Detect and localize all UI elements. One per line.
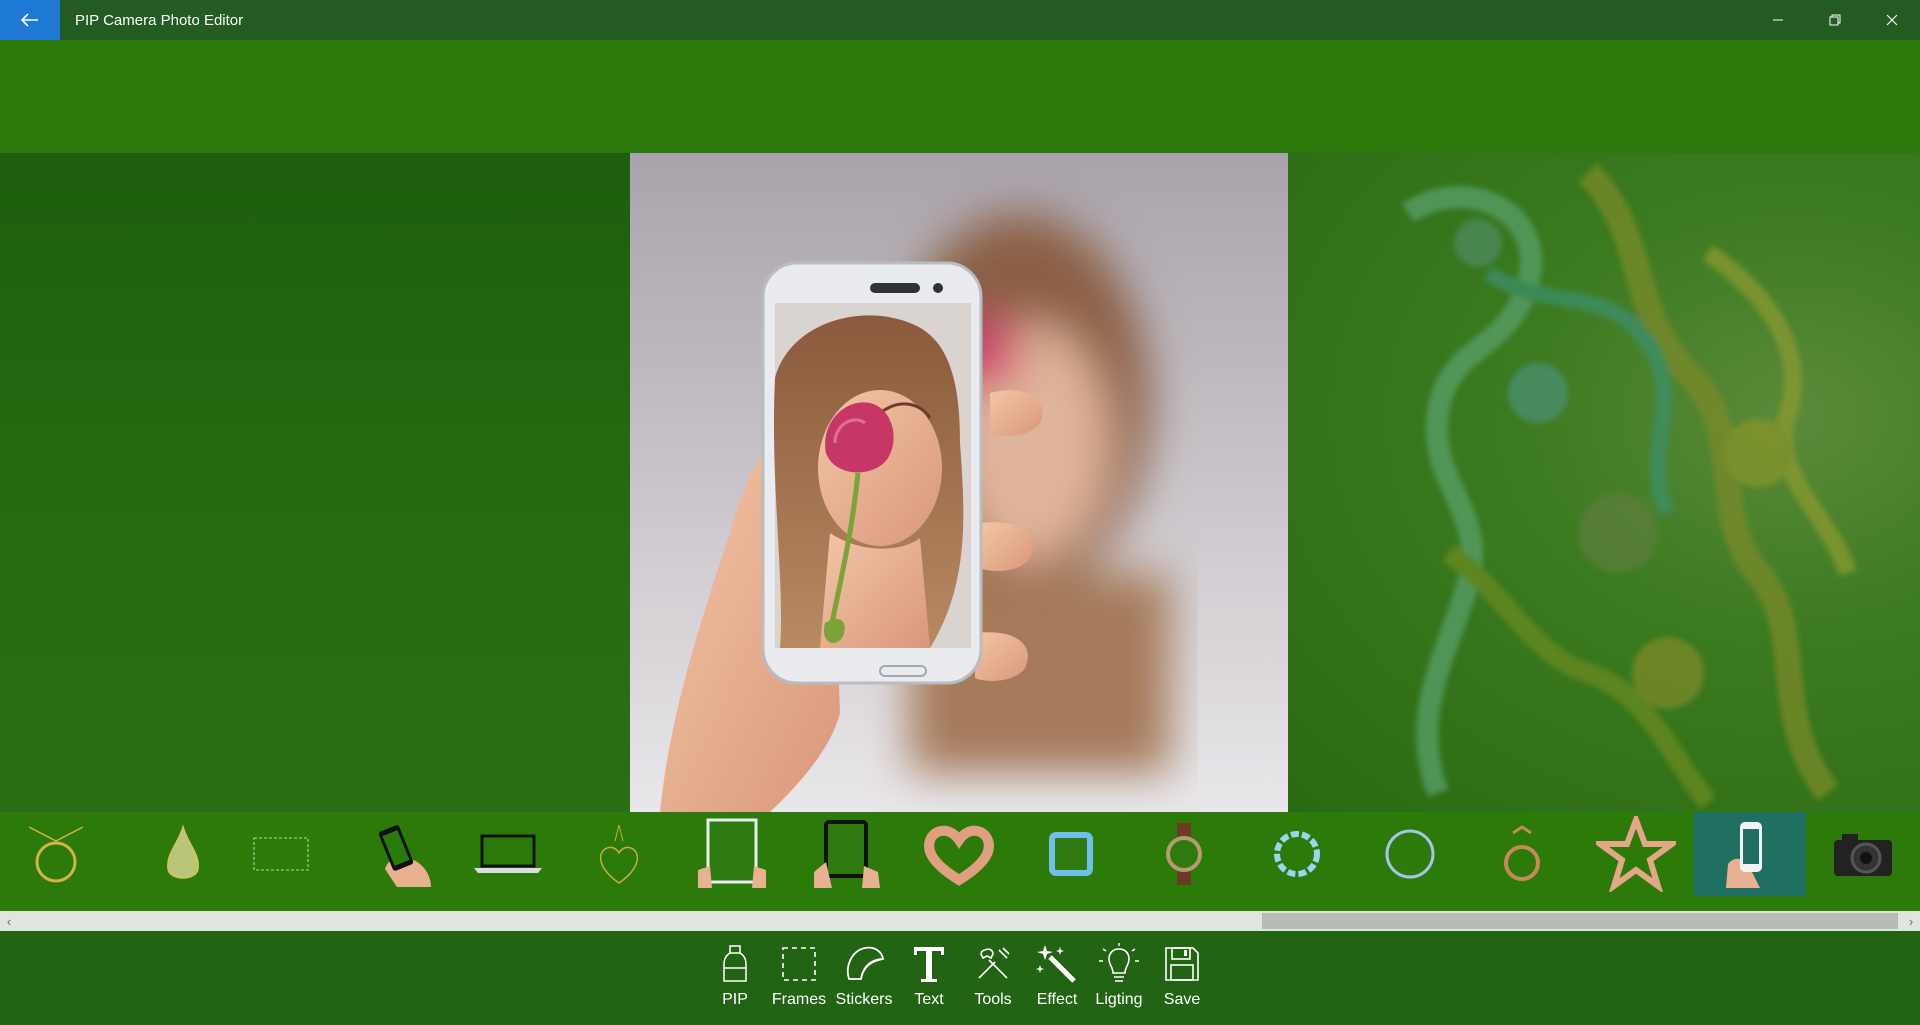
thumb-wristwatch-frame[interactable] [1128, 812, 1240, 896]
camera-icon [1834, 834, 1892, 876]
dashed-square-icon [780, 941, 818, 987]
ad-banner-area [0, 40, 1920, 153]
app-title: PIP Camera Photo Editor [75, 11, 244, 29]
toolbar-stickers-button[interactable]: Stickers [832, 941, 896, 1025]
restore-button[interactable] [1806, 0, 1863, 40]
close-button[interactable] [1863, 0, 1920, 40]
scroll-left-arrow[interactable]: ‹ [0, 911, 18, 931]
thumb-pendant-ring-frame[interactable] [0, 812, 112, 896]
ice-cube-icon [1049, 832, 1093, 876]
editor-canvas [0, 153, 1920, 812]
pendant-ring-icon [28, 826, 84, 883]
title-bar: PIP Camera Photo Editor [0, 0, 1920, 40]
thumb-ring-frame[interactable] [1466, 812, 1578, 896]
hand-holding-white-phone-icon [1726, 822, 1762, 888]
text-icon [912, 941, 946, 987]
close-icon [1886, 14, 1897, 26]
hands-holding-tablet-icon [698, 818, 766, 888]
thumb-laptop-frame[interactable] [452, 812, 564, 896]
thumb-hands-tablet-white-frame[interactable] [676, 812, 788, 896]
lightbulb-icon [1099, 941, 1139, 987]
water-drop-icon [167, 824, 199, 879]
tools-icon [973, 941, 1013, 987]
scroll-right-arrow[interactable]: › [1902, 911, 1920, 931]
back-button[interactable] [0, 0, 60, 40]
thumb-hand-phone-white-frame[interactable] [1694, 812, 1806, 896]
thumb-hands-tablet-black-frame[interactable] [790, 812, 902, 896]
blue-ring-icon [1385, 829, 1435, 879]
thumb-water-drop-frame[interactable] [127, 812, 239, 896]
thumb-camera-frame[interactable] [1807, 812, 1919, 896]
laptop-icon [474, 834, 542, 873]
pip-photo[interactable] [630, 153, 1288, 812]
background-foliage-image [1288, 153, 1920, 812]
thumb-ice-cube-frame[interactable] [1015, 812, 1127, 896]
thumb-water-splash-ring-frame[interactable] [1241, 812, 1353, 896]
window-controls [1749, 0, 1920, 40]
sticker-icon [843, 941, 885, 987]
toolbar-save-button[interactable]: Save [1150, 941, 1214, 1025]
thumb-dashed-rectangle-frame[interactable] [225, 812, 337, 896]
toolbar-frames-button[interactable]: Frames [767, 941, 831, 1025]
thumb-heart-pendant-frame[interactable] [563, 812, 675, 896]
hand-holding-phone-icon [378, 825, 431, 887]
bottle-icon [721, 941, 749, 987]
thumb-heart-hands-frame[interactable] [903, 812, 1015, 896]
ring-icon [1504, 825, 1540, 881]
thumb-blue-ring-frame[interactable] [1354, 812, 1466, 896]
magic-wand-icon [1036, 941, 1078, 987]
restore-icon [1829, 14, 1840, 26]
heart-hands-icon [924, 825, 994, 886]
heart-pendant-icon [599, 824, 639, 884]
frame-thumbnail-strip [0, 812, 1920, 911]
minimize-button[interactable] [1749, 0, 1806, 40]
back-arrow-icon [21, 13, 38, 27]
app-window: PIP Camera Photo Editor ‹ › PIP Frames S… [0, 0, 1920, 1025]
thumbnail-scrollbar[interactable]: ‹ › [0, 911, 1920, 931]
hands-holding-black-tablet-icon [814, 820, 880, 888]
toolbar-tools-button[interactable]: Tools [961, 941, 1025, 1025]
toolbar-pip-button[interactable]: PIP [703, 941, 767, 1025]
star-hands-icon [1596, 816, 1676, 892]
bottom-toolbar: PIP Frames Stickers Text Tools Effect Li… [0, 931, 1920, 1025]
water-splash-ring-icon [1274, 831, 1320, 877]
thumb-star-hands-frame[interactable] [1580, 812, 1692, 896]
toolbar-effect-button[interactable]: Effect [1025, 941, 1089, 1025]
toolbar-text-button[interactable]: Text [897, 941, 961, 1025]
floppy-disk-icon [1163, 941, 1201, 987]
toolbar-lighting-button[interactable]: Ligting [1087, 941, 1151, 1025]
wristwatch-icon [1166, 823, 1202, 885]
thumb-hand-phone-black-frame[interactable] [346, 812, 458, 896]
scrollbar-thumb[interactable] [1262, 913, 1898, 929]
minimize-icon [1772, 19, 1783, 21]
dashed-rectangle-icon [253, 837, 309, 871]
